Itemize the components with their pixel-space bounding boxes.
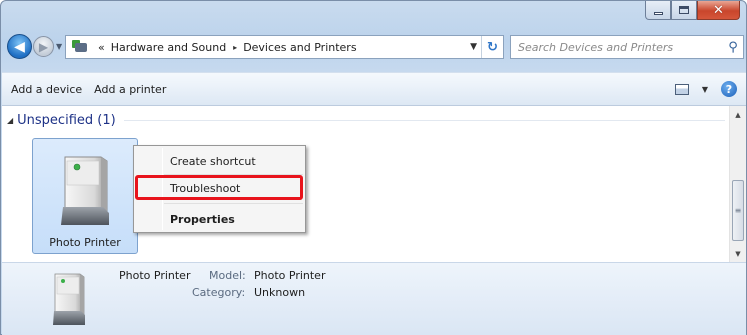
address-bar[interactable]: « Hardware and Sound ▸ Devices and Print… bbox=[65, 35, 504, 59]
help-icon[interactable]: ? bbox=[721, 81, 737, 97]
control-panel-icon bbox=[72, 39, 92, 55]
group-header-unspecified[interactable]: ◢ Unspecified (1) bbox=[7, 113, 725, 128]
minimize-icon bbox=[653, 11, 663, 15]
add-printer-button[interactable]: Add a printer bbox=[88, 83, 172, 96]
address-dropdown-icon[interactable]: ▼ bbox=[470, 42, 477, 52]
devices-pane: ◢ Unspecified (1) Photo Printer ▲ ≡ ▼ bbox=[2, 106, 746, 262]
device-tile-photo-printer[interactable]: Photo Printer bbox=[32, 138, 138, 254]
group-label[interactable]: Unspecified (1) bbox=[17, 113, 116, 128]
details-model-value: Photo Printer bbox=[254, 269, 326, 282]
back-button[interactable]: ◀ bbox=[7, 34, 32, 59]
breadcrumb-overflow[interactable]: « bbox=[98, 41, 105, 54]
device-label: Photo Printer bbox=[49, 236, 121, 249]
minimize-button[interactable] bbox=[645, 1, 671, 20]
forward-button[interactable]: ▶ bbox=[33, 36, 54, 57]
details-device-name: Photo Printer bbox=[119, 269, 191, 282]
printer-icon bbox=[61, 156, 109, 225]
search-input[interactable]: Search Devices and Printers bbox=[518, 41, 723, 54]
details-pane: Photo Printer Model: Photo Printer Categ… bbox=[2, 262, 746, 335]
troubleshoot-highlight-box bbox=[135, 175, 303, 200]
view-dropdown-icon[interactable]: ▼ bbox=[702, 85, 708, 94]
breadcrumb-hardware-and-sound[interactable]: Hardware and Sound bbox=[111, 41, 226, 54]
scroll-thumb[interactable]: ≡ bbox=[732, 180, 744, 241]
search-box[interactable]: Search Devices and Printers ⚲ bbox=[510, 35, 744, 59]
refresh-button[interactable]: ↻ bbox=[481, 36, 503, 58]
vertical-scrollbar[interactable]: ▲ ≡ ▼ bbox=[729, 106, 746, 262]
menu-item-properties[interactable]: Properties bbox=[170, 209, 235, 231]
details-category-label: Category: bbox=[192, 286, 246, 299]
breadcrumb-devices-and-printers[interactable]: Devices and Printers bbox=[243, 41, 356, 54]
details-model-label: Model: bbox=[209, 269, 246, 282]
caption-buttons: ✕ bbox=[645, 1, 740, 20]
printer-icon bbox=[53, 273, 85, 325]
refresh-icon: ↻ bbox=[487, 39, 498, 55]
scroll-up-icon[interactable]: ▲ bbox=[730, 106, 746, 123]
view-controls: ▼ ? bbox=[674, 81, 737, 97]
add-device-button[interactable]: Add a device bbox=[5, 83, 88, 96]
breadcrumb-separator-icon[interactable]: ▸ bbox=[233, 43, 237, 52]
forward-arrow-icon: ▶ bbox=[38, 39, 49, 54]
maximize-button[interactable] bbox=[671, 1, 697, 20]
menu-separator bbox=[164, 203, 303, 204]
collapse-triangle-icon[interactable]: ◢ bbox=[7, 116, 13, 125]
search-icon[interactable]: ⚲ bbox=[723, 40, 743, 55]
group-divider bbox=[123, 120, 725, 121]
close-icon: ✕ bbox=[713, 2, 724, 18]
menu-item-create-shortcut[interactable]: Create shortcut bbox=[170, 151, 256, 173]
navigation-bar: ◀ ▶ ▼ « Hardware and Sound ▸ Devices and… bbox=[5, 34, 744, 60]
change-view-icon[interactable] bbox=[674, 83, 689, 95]
close-button[interactable]: ✕ bbox=[697, 1, 740, 20]
command-bar: Add a device Add a printer ▼ ? bbox=[2, 72, 746, 106]
history-dropdown-icon[interactable]: ▼ bbox=[56, 42, 62, 51]
details-category-value: Unknown bbox=[254, 286, 306, 299]
explorer-window: ✕ ◀ ▶ ▼ « Hardware and Sound ▸ Devices a… bbox=[0, 0, 747, 335]
back-arrow-icon: ◀ bbox=[14, 38, 25, 55]
scroll-down-icon[interactable]: ▼ bbox=[730, 245, 746, 262]
maximize-icon bbox=[679, 6, 689, 14]
